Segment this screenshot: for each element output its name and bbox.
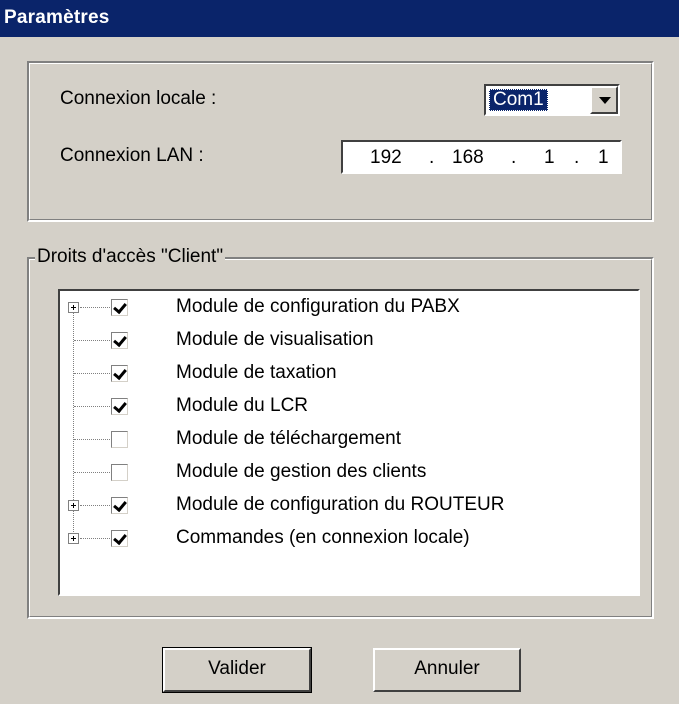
checkmark-icon: [113, 299, 127, 315]
checkmark-icon: [113, 497, 127, 513]
tree-connector: [80, 307, 110, 308]
rights-tree[interactable]: Module de configuration du PABX Module de…: [58, 289, 640, 596]
local-connection-select[interactable]: Com1: [484, 84, 620, 116]
permission-checkbox[interactable]: [111, 299, 128, 316]
checkmark-icon: [113, 365, 127, 381]
validate-button[interactable]: Valider: [162, 647, 312, 693]
ip-dot: .: [429, 147, 435, 168]
permission-label: Module de gestion des clients: [176, 461, 427, 482]
local-connection-value: Com1: [489, 89, 548, 111]
expand-plus-icon[interactable]: [68, 302, 79, 313]
window-title: Paramètres: [4, 7, 110, 28]
tree-connector: [74, 439, 110, 440]
ip-dot: .: [574, 147, 580, 168]
tree-row[interactable]: Module du LCR: [60, 390, 638, 423]
checkmark-icon: [113, 398, 127, 414]
tree-row[interactable]: Module de taxation: [60, 357, 638, 390]
tree-row[interactable]: Module de téléchargement: [60, 423, 638, 456]
tree-row[interactable]: Module de visualisation: [60, 324, 638, 357]
permission-checkbox[interactable]: [111, 530, 128, 547]
permission-checkbox[interactable]: [111, 431, 128, 448]
dropdown-button[interactable]: [590, 86, 618, 114]
expand-plus-icon[interactable]: [68, 500, 79, 511]
tree-connector: [80, 538, 110, 539]
lan-connection-label: Connexion LAN :: [60, 145, 204, 166]
permission-label: Module de configuration du ROUTEUR: [176, 494, 505, 515]
permission-label: Module de visualisation: [176, 329, 374, 350]
tree-connector: [74, 406, 110, 407]
ip-octet-4[interactable]: 1: [598, 147, 609, 169]
ip-octet-1[interactable]: 192: [370, 147, 402, 169]
permission-checkbox[interactable]: [111, 464, 128, 481]
permission-checkbox[interactable]: [111, 497, 128, 514]
checkmark-icon: [113, 332, 127, 348]
checkmark-icon: [113, 530, 127, 546]
tree-row[interactable]: Commandes (en connexion locale): [60, 522, 638, 555]
chevron-down-icon: [599, 97, 611, 104]
permission-label: Module de taxation: [176, 362, 337, 383]
tree-row[interactable]: Module de configuration du ROUTEUR: [60, 489, 638, 522]
permission-label: Commandes (en connexion locale): [176, 527, 470, 548]
ip-octet-2[interactable]: 168: [452, 147, 484, 169]
permission-label: Module du LCR: [176, 395, 309, 416]
cancel-button[interactable]: Annuler: [373, 648, 521, 692]
permission-label: Module de téléchargement: [176, 428, 401, 449]
permission-checkbox[interactable]: [111, 365, 128, 382]
expand-plus-icon[interactable]: [68, 533, 79, 544]
title-bar[interactable]: Paramètres: [0, 0, 679, 37]
permission-label: Module de configuration du PABX: [176, 296, 460, 317]
tree-connector: [74, 472, 110, 473]
tree-row[interactable]: Module de configuration du PABX: [60, 291, 638, 324]
client-rights-legend: Droits d'accès "Client": [35, 246, 226, 268]
tree-connector: [74, 373, 110, 374]
ip-octet-3[interactable]: 1: [544, 147, 555, 169]
tree-connector: [80, 505, 110, 506]
local-connection-label: Connexion locale :: [60, 88, 217, 109]
tree-row[interactable]: Module de gestion des clients: [60, 456, 638, 489]
permission-checkbox[interactable]: [111, 332, 128, 349]
permission-checkbox[interactable]: [111, 398, 128, 415]
ip-dot: .: [511, 147, 517, 168]
lan-ip-field[interactable]: 192 . 168 . 1 . 1: [341, 140, 622, 174]
tree-connector: [74, 340, 110, 341]
